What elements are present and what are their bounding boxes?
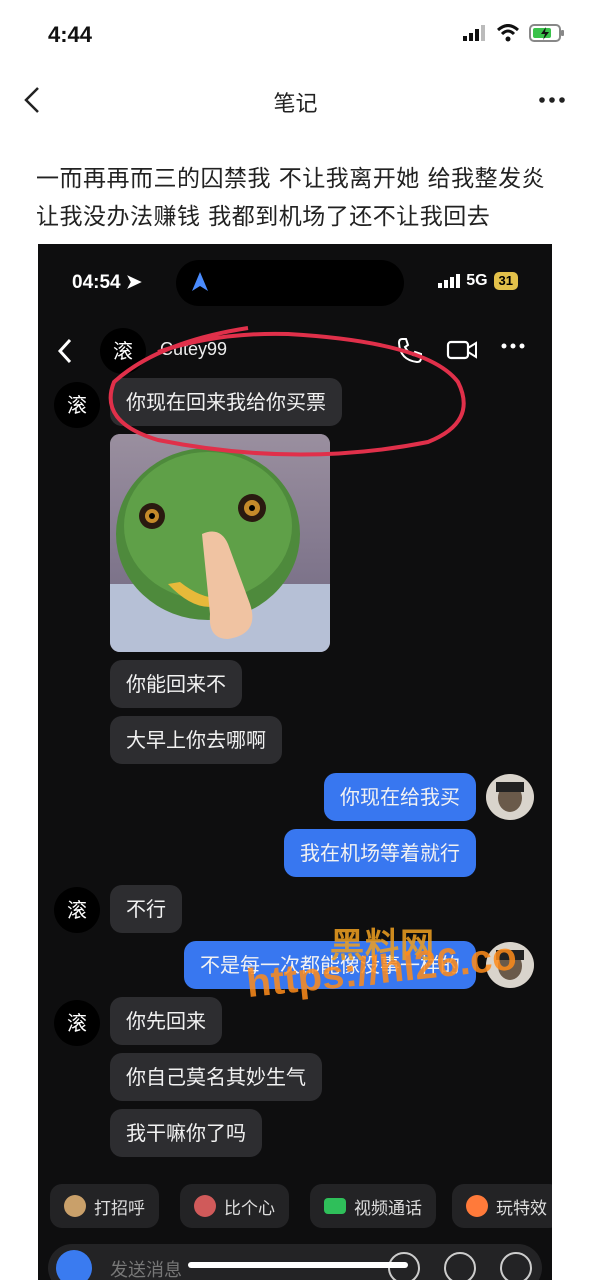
message-bubble[interactable]: 你现在回来我给你买票 [110,378,342,426]
user-photo-icon [486,942,534,988]
embedded-screenshot: 04:54 ➤ 5G 31 滚 Cutey99 滚 你现在回来我给你买票 你能回… [38,244,552,1280]
message-bubble[interactable]: 大早上你去哪啊 [110,716,282,764]
network-label: 5G [466,272,488,289]
message-bubble[interactable]: 不行 [110,885,182,933]
wifi-icon [496,24,520,42]
green-fish-mask-sticker [110,434,330,652]
quick-actions: 打招呼 比个心 视频通话 玩特效 [38,1184,552,1232]
chat-header: 滚 Cutey99 [38,328,552,374]
battery-icon [529,24,564,42]
phone-call-icon[interactable] [396,336,424,364]
signal-dots-icon [438,274,461,288]
contact-avatar[interactable]: 滚 [100,328,146,374]
video-call-icon[interactable] [446,338,478,362]
user-avatar[interactable] [486,942,534,988]
message-bubble[interactable]: 你先回来 [110,997,222,1045]
page-title: 笔记 [273,92,318,117]
sticker-image[interactable] [110,434,330,652]
status-icons [463,24,565,42]
message-bubble[interactable]: 你自己莫名其妙生气 [110,1053,322,1101]
embedded-time: 04:54 ➤ [72,272,142,293]
emoji-icon[interactable] [444,1252,476,1280]
more-icon[interactable] [537,86,567,114]
user-avatar[interactable] [486,774,534,820]
heart-sticker-icon [194,1195,216,1217]
chat-more-icon[interactable] [500,342,526,350]
navigation-arrow-icon [192,272,208,291]
sparkle-icon [466,1195,488,1217]
plus-icon[interactable] [500,1252,532,1280]
status-time: 4:44 [48,22,93,47]
message-bubble[interactable]: 我干嘛你了吗 [110,1109,262,1157]
quick-action-greet[interactable]: 打招呼 [50,1184,159,1228]
note-text: 一而再再而三的囚禁我 不让我离开她 给我整发炎 让我没办法赚钱 我都到机场了还不… [36,166,546,230]
chat-back-icon[interactable] [56,336,76,366]
contact-name[interactable]: Cutey99 [160,339,227,360]
message-bubble[interactable]: 你能回来不 [110,660,242,708]
signal-icon [463,25,485,41]
video-icon [324,1198,346,1214]
status-bar: 4:44 [0,0,591,70]
message-bubble-sent[interactable]: 不是每一次都能像没事一样的 [184,941,476,989]
embedded-status-icons: 5G 31 [438,272,518,290]
battery-level: 31 [493,272,518,290]
greet-sticker-icon [64,1195,86,1217]
nav-bar: 笔记 [0,74,591,126]
embedded-status-bar: 04:54 ➤ 5G 31 [38,244,552,324]
user-photo-icon [486,774,534,820]
quick-action-effects[interactable]: 玩特效 [452,1184,552,1228]
camera-icon[interactable] [56,1250,92,1280]
dynamic-island [176,260,404,306]
home-indicator [188,1262,408,1268]
message-input[interactable]: 发送消息 [110,1256,182,1280]
quick-action-heart[interactable]: 比个心 [180,1184,289,1228]
message-bubble-sent[interactable]: 你现在给我买 [324,773,476,821]
contact-avatar[interactable]: 滚 [54,887,100,933]
contact-avatar[interactable]: 滚 [54,1000,100,1046]
contact-avatar[interactable]: 滚 [54,382,100,428]
quick-action-video-call[interactable]: 视频通话 [310,1184,436,1228]
message-bubble-sent[interactable]: 我在机场等着就行 [284,829,476,877]
